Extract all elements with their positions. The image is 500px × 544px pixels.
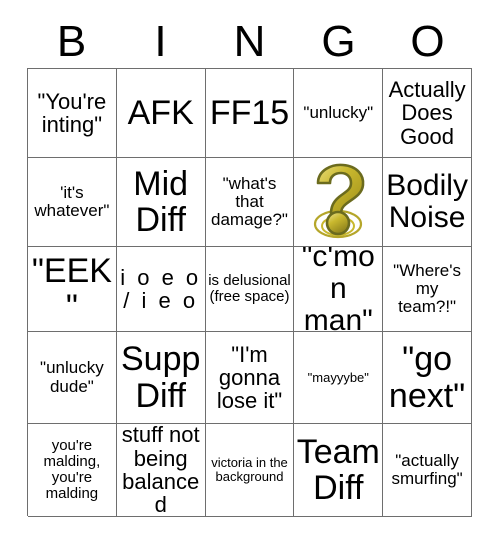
bingo-cell-label: "You're inting"	[37, 88, 107, 137]
bingo-cell-r1c5[interactable]: Actually Does Good	[383, 69, 472, 158]
bingo-cell-label: victoria in the background	[211, 455, 288, 484]
bingo-cell-label: "unlucky dude"	[40, 358, 104, 396]
bingo-cell-label: "EEK"	[31, 251, 112, 326]
bingo-cell-label: "I'm gonna lose it"	[216, 341, 283, 414]
bingo-cell-r5c4[interactable]: Team Diff	[294, 424, 384, 517]
header-letter-o: O	[410, 17, 445, 66]
bingo-cell-label: "go next"	[388, 340, 466, 415]
bingo-cell-label: "what's that damage?"	[211, 173, 288, 229]
bingo-cell-r4c2[interactable]: Supp Diff	[116, 332, 206, 424]
question-mark-icon	[314, 163, 365, 239]
bingo-cell-r3c3[interactable]: is delusional (free space)	[205, 247, 295, 332]
bingo-cell-r1c2[interactable]: AFK	[116, 69, 206, 158]
bingo-cell-r3c5[interactable]: "Where's my team?!"	[383, 247, 472, 332]
header-letter-i: I	[154, 17, 167, 66]
bingo-grid: "You're inting" AFK FF15 "unlucky" Actua…	[27, 68, 472, 517]
header-letter-b: B	[56, 17, 87, 66]
bingo-cell-r1c4[interactable]: "unlucky"	[294, 69, 384, 158]
bingo-cell-r5c5[interactable]: "actually smurfing"	[383, 424, 472, 517]
bingo-cell-r2c4-free-space[interactable]	[294, 158, 384, 247]
bingo-cell-r4c4[interactable]: "mayyybe"	[294, 332, 384, 424]
bingo-card: B I N G O "You're inting" AFK FF15 "unlu…	[0, 0, 500, 544]
bingo-cell-r2c5[interactable]: Bodily Noise	[383, 158, 472, 247]
bingo-cell-r1c3[interactable]: FF15	[205, 69, 295, 158]
bingo-cell-r3c4[interactable]: "c'mon man"	[294, 247, 384, 332]
bingo-cell-label: "c'mon man"	[301, 247, 375, 332]
bingo-cell-label: Bodily Noise	[386, 169, 468, 234]
bingo-header-row: B I N G O	[27, 16, 472, 68]
bingo-cell-r2c1[interactable]: 'it's whatever"	[28, 158, 117, 247]
bingo-cell-r3c2[interactable]: i o e o / i e o	[116, 247, 206, 332]
bingo-cell-label: "mayyybe"	[307, 369, 369, 385]
bingo-cell-r2c3[interactable]: "what's that damage?"	[205, 158, 295, 247]
bingo-cell-label: FF15	[209, 93, 290, 132]
bingo-cell-label: "actually smurfing"	[391, 450, 463, 488]
bingo-cell-r5c3[interactable]: victoria in the background	[205, 424, 295, 517]
bingo-cell-r2c2[interactable]: Mid Diff	[116, 158, 206, 247]
bingo-cell-label: "unlucky"	[303, 102, 374, 122]
bingo-cell-label: stuff not being balanced	[121, 424, 200, 517]
bingo-cell-label: is delusional (free space)	[208, 272, 291, 305]
bingo-cell-label: Supp Diff	[120, 340, 201, 415]
bingo-cell-r5c2[interactable]: stuff not being balanced	[116, 424, 206, 517]
bingo-cell-r4c5[interactable]: "go next"	[383, 332, 472, 424]
bingo-cell-r5c1[interactable]: you're malding, you're malding	[28, 424, 117, 517]
bingo-cell-label: Team Diff	[296, 432, 380, 507]
header-letter-g: G	[321, 17, 356, 66]
bingo-cell-label: AFK	[127, 93, 194, 132]
header-letter-n: N	[233, 17, 266, 66]
bingo-cell-label: Actually Does Good	[388, 77, 466, 149]
bingo-cell-r4c3[interactable]: "I'm gonna lose it"	[205, 332, 295, 424]
bingo-cell-r1c1[interactable]: "You're inting"	[28, 69, 117, 158]
bingo-cell-label: you're malding, you're malding	[43, 437, 101, 502]
bingo-cell-label: 'it's whatever"	[34, 182, 110, 220]
bingo-cell-r3c1[interactable]: "EEK"	[28, 247, 117, 332]
bingo-cell-label: Mid Diff	[133, 164, 189, 239]
bingo-cell-label: i o e o / i e o	[120, 264, 202, 313]
bingo-cell-label: "Where's my team?!"	[393, 260, 462, 316]
bingo-cell-r4c1[interactable]: "unlucky dude"	[28, 332, 117, 424]
